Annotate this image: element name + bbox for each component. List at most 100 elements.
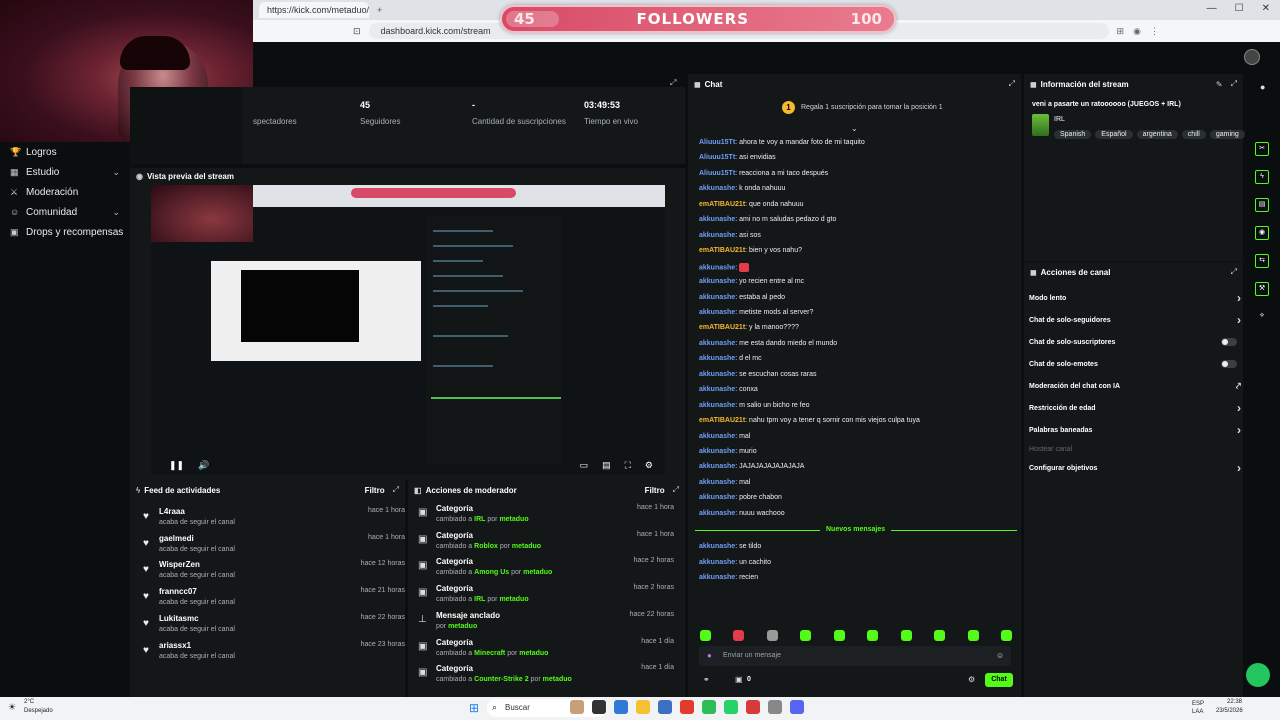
emote-icon[interactable] [867, 630, 879, 641]
chat-username[interactable]: akkunashe [699, 479, 735, 486]
scroll-down-icon[interactable]: ⌄ [851, 124, 858, 133]
tag-badge[interactable]: gaming [1209, 130, 1245, 139]
clip-icon[interactable]: ✂ [1255, 142, 1269, 156]
feed-username[interactable]: L4raaa [159, 507, 185, 516]
expand-icon[interactable]: ⤢ [673, 485, 679, 495]
feed-username[interactable]: franncc07 [159, 587, 197, 596]
app-icon[interactable] [570, 700, 584, 714]
channel-action-8[interactable]: Configurar objetivos › [1029, 461, 1241, 475]
sidebar-item-moderacion[interactable]: ⚔ Moderación [0, 182, 130, 202]
expand-icon[interactable]: ⤢ [1231, 267, 1237, 277]
tag-badge[interactable]: chill [1181, 130, 1206, 139]
chat-bubble-icon[interactable]: ◉ [1255, 226, 1269, 240]
expand-icon[interactable]: ⤢ [1231, 79, 1237, 89]
profile-icon[interactable]: ◉ [1133, 26, 1141, 37]
app-icon[interactable] [768, 700, 782, 714]
clock-date[interactable]: 23/5/2026 [1216, 708, 1243, 714]
pause-icon[interactable]: ❚❚ [169, 460, 184, 471]
add-icon[interactable]: ⟡ [1255, 310, 1269, 324]
channel-action-2[interactable]: Chat de solo-suscriptores [1029, 338, 1241, 346]
mic-icon[interactable]: ● [707, 651, 712, 660]
toggle-switch[interactable] [1221, 338, 1237, 346]
chat-username[interactable]: akkunashe [699, 433, 735, 440]
chat-username[interactable]: emATIBAU21t [699, 201, 745, 208]
chat-username[interactable]: Aliuuu15Tt [699, 170, 735, 177]
help-icon[interactable]: ● [1260, 82, 1265, 92]
toggle-switch[interactable] [1221, 360, 1237, 368]
app-icon[interactable] [614, 700, 628, 714]
app-icon[interactable] [702, 700, 716, 714]
gift-count-icon[interactable]: ▣ [735, 675, 743, 684]
expand-icon[interactable]: ⤢ [393, 485, 399, 495]
emote-icon[interactable] [967, 630, 979, 641]
chat-username[interactable]: akkunashe [699, 543, 735, 550]
clock-time[interactable]: 22:38 [1227, 699, 1242, 705]
sidebar-item-logros[interactable]: 🏆 Logros [0, 142, 130, 162]
volume-icon[interactable]: 🔊 [198, 460, 209, 471]
chat-username[interactable]: akkunashe [699, 371, 735, 378]
chat-username[interactable]: akkunashe [699, 340, 735, 347]
bolt-icon[interactable]: ϟ [1255, 170, 1269, 184]
mod-action-by[interactable]: metaduo [499, 516, 528, 523]
users-icon[interactable]: ⚭ [703, 675, 710, 684]
pinned-message[interactable]: 1 Regala 1 suscripción para tomar la posi… [782, 101, 943, 114]
emote-icon[interactable] [766, 630, 778, 641]
chat-username[interactable]: akkunashe [699, 185, 735, 192]
emoji-icon[interactable]: ☺ [996, 651, 1004, 660]
app-icon[interactable] [658, 700, 672, 714]
emote-icon[interactable] [934, 630, 946, 641]
sidebar-item-drops[interactable]: ▣ Drops y recompensas [0, 222, 130, 242]
mod-action-by[interactable]: metaduo [499, 596, 528, 603]
emote-icon[interactable] [700, 630, 711, 641]
chat-username[interactable]: akkunashe [699, 232, 735, 239]
chat-username[interactable]: akkunashe [699, 216, 735, 223]
new-tab-button[interactable]: + [377, 5, 382, 15]
start-icon[interactable]: ⊞ [469, 701, 479, 715]
chat-username[interactable]: akkunashe [699, 494, 735, 501]
mod-action-by[interactable]: metaduo [543, 676, 572, 683]
chat-username[interactable]: emATIBAU21t [699, 324, 745, 331]
minimize-button[interactable]: — [1207, 3, 1217, 14]
expand-icon[interactable]: ⤢ [1009, 79, 1015, 89]
emote-icon[interactable] [900, 630, 912, 641]
app-icon[interactable] [636, 700, 650, 714]
channel-action-3[interactable]: Chat de solo-emotes [1029, 360, 1241, 368]
chat-settings-icon[interactable]: ⚙ [968, 675, 975, 684]
app-icon[interactable] [746, 700, 760, 714]
theater-icon[interactable]: ▤ [602, 460, 611, 471]
chat-username[interactable]: akkunashe [699, 510, 735, 517]
chat-username[interactable]: akkunashe [699, 355, 735, 362]
sidebar-item-estudio[interactable]: ▦ Estudio ⌄ [0, 162, 130, 182]
wrench-icon[interactable]: ⚒ [1255, 282, 1269, 296]
mod-action-by[interactable]: metaduo [512, 543, 541, 550]
channel-action-4[interactable]: Moderación del chat con IA ⤤ [1029, 381, 1241, 391]
chat-username[interactable]: emATIBAU21t [699, 247, 745, 254]
tag-badge[interactable]: argentina [1136, 130, 1178, 139]
stream-preview-video[interactable]: ❚❚ 🔊 ▭ ▤ ⛶ ⚙ [151, 185, 665, 475]
feed-username[interactable]: ariassx1 [159, 641, 191, 650]
emote-icon[interactable] [800, 630, 812, 641]
feed-filter-button[interactable]: Filtro [365, 486, 385, 495]
emote-icon[interactable] [833, 630, 845, 641]
maximize-button[interactable]: ☐ [1235, 3, 1244, 14]
mod-action-by[interactable]: metaduo [519, 650, 548, 657]
chat-username[interactable]: emATIBAU21t [699, 417, 745, 424]
app-icon[interactable] [724, 700, 738, 714]
user-avatar[interactable] [1244, 49, 1260, 65]
category-name[interactable]: IRL [1054, 116, 1065, 123]
browser-tab[interactable]: https://kick.com/metaduo/... [259, 2, 369, 18]
chat-username[interactable]: akkunashe [699, 402, 735, 409]
chat-username[interactable]: Aliuuu15Tt [699, 139, 735, 146]
chat-username[interactable]: akkunashe [699, 386, 735, 393]
channel-action-1[interactable]: Chat de solo-seguidores › [1029, 313, 1241, 327]
chat-input[interactable]: Enviar un mensaje [699, 646, 1011, 666]
chat-username[interactable]: akkunashe [699, 264, 735, 271]
app-icon[interactable] [680, 700, 694, 714]
chat-username[interactable]: akkunashe [699, 574, 735, 581]
chat-username[interactable]: akkunashe [699, 294, 735, 301]
feed-username[interactable]: Lukitasmc [159, 614, 199, 623]
send-chat-button[interactable]: Chat [985, 673, 1013, 687]
mod-action-by[interactable]: metaduo [448, 623, 477, 630]
sidebar-item-comunidad[interactable]: ☺ Comunidad ⌄ [0, 202, 130, 222]
language-indicator[interactable]: ESP LAA [1192, 700, 1204, 716]
